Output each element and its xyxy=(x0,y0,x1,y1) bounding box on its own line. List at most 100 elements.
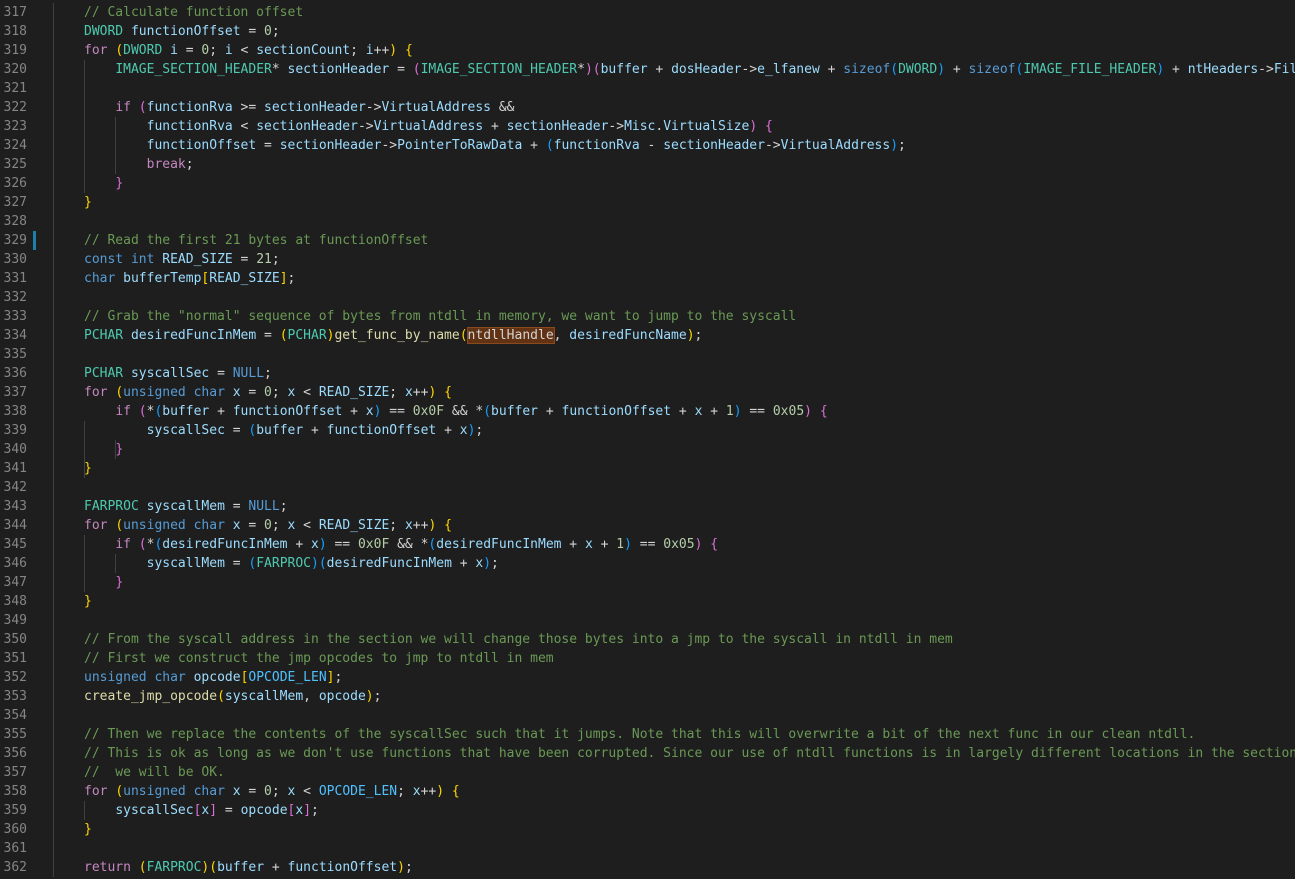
line-code[interactable]: return (FARPROC)(buffer + functionOffset… xyxy=(84,858,413,877)
code-token: -> xyxy=(381,138,398,153)
code-line[interactable]: 361 xyxy=(0,839,1295,858)
code-line[interactable]: 334 PCHAR desiredFuncInMem = (PCHAR)get_f… xyxy=(0,326,1295,345)
code-line[interactable]: 344 for (unsigned char x = 0; x < READ_SI… xyxy=(0,516,1295,535)
code-line[interactable]: 339 syscallSec = (buffer + functionOffse… xyxy=(0,421,1295,440)
code-line[interactable]: 342 xyxy=(0,478,1295,497)
line-code[interactable]: if (*(desiredFuncInMem + x) == 0x0F && *… xyxy=(84,535,718,554)
code-line[interactable]: 330 const int READ_SIZE = 21; xyxy=(0,250,1295,269)
code-line[interactable]: 321 xyxy=(0,79,1295,98)
code-line[interactable]: 319 for (DWORD i = 0; i < sectionCount; i… xyxy=(0,41,1295,60)
code-token: + xyxy=(561,537,585,552)
code-line[interactable]: 355 // Then we replace the contents of th… xyxy=(0,725,1295,744)
code-line[interactable]: 359 syscallSec[x] = opcode[x]; xyxy=(0,801,1295,820)
code-token: 0x05 xyxy=(772,404,805,419)
code-token: = xyxy=(240,784,265,799)
code-line[interactable]: 322 if (functionRva >= sectionHeader->Vi… xyxy=(0,98,1295,117)
line-code[interactable]: // Then we replace the contents of the s… xyxy=(84,725,1195,744)
code-line[interactable]: 356 // This is ok as long as we don't use… xyxy=(0,744,1295,763)
code-line[interactable]: 332 xyxy=(0,288,1295,307)
code-token: unsigned xyxy=(123,518,186,533)
line-code[interactable]: syscallSec = (buffer + functionOffset + … xyxy=(84,421,484,440)
line-code[interactable]: // First we construct the jmp opcodes to… xyxy=(84,649,554,668)
line-code[interactable]: } xyxy=(84,174,123,193)
code-token: ( xyxy=(115,385,124,400)
code-editor[interactable]: 317 // Calculate function offset 318 DWORD … xyxy=(0,0,1295,879)
code-line[interactable]: 336 PCHAR syscallSec = NULL; xyxy=(0,364,1295,383)
code-line[interactable]: 353 create_jmp_opcode(syscallMem, opcode)… xyxy=(0,687,1295,706)
line-code[interactable]: // Calculate function offset xyxy=(84,3,303,22)
code-line[interactable]: 362 return (FARPROC)(buffer + functionOff… xyxy=(0,858,1295,877)
code-line[interactable]: 327} xyxy=(0,193,1295,212)
code-line[interactable]: 360} xyxy=(0,820,1295,839)
code-token: + xyxy=(819,62,844,77)
line-code[interactable]: } xyxy=(84,820,92,839)
code-token: == xyxy=(631,537,664,552)
line-code[interactable]: PCHAR syscallSec = NULL; xyxy=(84,364,272,383)
code-line[interactable]: 352 unsigned char opcode[OPCODE_LEN]; xyxy=(0,668,1295,687)
code-line[interactable]: 357 // we will be OK. xyxy=(0,763,1295,782)
line-code[interactable]: functionRva < sectionHeader->VirtualAddr… xyxy=(84,117,773,136)
code-line[interactable]: 358 for (unsigned char x = 0; x < OPCODE_… xyxy=(0,782,1295,801)
code-line[interactable]: 340 } xyxy=(0,440,1295,459)
line-code[interactable]: IMAGE_SECTION_HEADER* sectionHeader = (I… xyxy=(84,60,1295,79)
code-token: ) xyxy=(436,784,445,799)
line-code[interactable]: // This is ok as long as we don't use fu… xyxy=(84,744,1295,763)
line-code[interactable]: for (unsigned char x = 0; x < READ_SIZE;… xyxy=(84,516,452,535)
code-line[interactable]: 318 DWORD functionOffset = 0; xyxy=(0,22,1295,41)
code-token: sizeof xyxy=(843,62,891,77)
line-code[interactable]: } xyxy=(84,440,123,459)
code-line[interactable]: 333 // Grab the "normal" sequence of byte… xyxy=(0,307,1295,326)
code-line[interactable]: 349 xyxy=(0,611,1295,630)
line-code[interactable]: if (*(buffer + functionOffset + x) == 0x… xyxy=(84,402,827,421)
code-line[interactable]: 337 for (unsigned char x = 0; x < READ_SI… xyxy=(0,383,1295,402)
line-code[interactable]: FARPROC syscallMem = NULL; xyxy=(84,497,288,516)
code-line[interactable]: 341} xyxy=(0,459,1295,478)
line-code[interactable]: // Read the first 21 bytes at functionOf… xyxy=(84,231,428,250)
code-line[interactable]: 329 // Read the first 21 bytes at functio… xyxy=(0,231,1295,250)
line-code[interactable]: break; xyxy=(84,155,194,174)
line-code[interactable]: unsigned char opcode[OPCODE_LEN]; xyxy=(84,668,342,687)
code-line[interactable]: 328 xyxy=(0,212,1295,231)
code-token: -> xyxy=(357,119,374,134)
code-line[interactable]: 326 } xyxy=(0,174,1295,193)
code-token: x xyxy=(404,385,413,400)
code-line[interactable]: 317 // Calculate function offset xyxy=(0,3,1295,22)
code-line[interactable]: 347 } xyxy=(0,573,1295,592)
line-code[interactable]: // From the syscall address in the secti… xyxy=(84,630,953,649)
code-line[interactable]: 335 xyxy=(0,345,1295,364)
line-code[interactable]: syscallMem = (FARPROC)(desiredFuncInMem … xyxy=(84,554,499,573)
code-token: syscallSec xyxy=(130,366,210,381)
code-line[interactable]: 346 syscallMem = (FARPROC)(desiredFuncIn… xyxy=(0,554,1295,573)
code-line[interactable]: 331 char bufferTemp[READ_SIZE]; xyxy=(0,269,1295,288)
line-code[interactable]: // Grab the "normal" sequence of bytes f… xyxy=(84,307,796,326)
code-token: functionOffset xyxy=(287,860,398,875)
code-line[interactable]: 325 break; xyxy=(0,155,1295,174)
code-token: OPCODE_LEN xyxy=(248,670,327,685)
line-code[interactable]: const int READ_SIZE = 21; xyxy=(84,250,280,269)
line-code[interactable]: char bufferTemp[READ_SIZE]; xyxy=(84,269,295,288)
line-code[interactable]: } xyxy=(84,592,92,611)
line-code[interactable]: if (functionRva >= sectionHeader->Virtua… xyxy=(84,98,514,117)
line-code[interactable]: functionOffset = sectionHeader->PointerT… xyxy=(84,136,906,155)
line-code[interactable]: for (unsigned char x = 0; x < READ_SIZE;… xyxy=(84,383,452,402)
code-line[interactable]: 350 // From the syscall address in the se… xyxy=(0,630,1295,649)
code-line[interactable]: 338 if (*(buffer + functionOffset + x) =… xyxy=(0,402,1295,421)
code-line[interactable]: 324 functionOffset = sectionHeader->Poin… xyxy=(0,136,1295,155)
line-code[interactable]: // we will be OK. xyxy=(84,763,225,782)
code-line[interactable]: 348} xyxy=(0,592,1295,611)
line-code[interactable]: for (DWORD i = 0; i < sectionCount; i++)… xyxy=(84,41,413,60)
code-line[interactable]: 354 xyxy=(0,706,1295,725)
line-code[interactable]: create_jmp_opcode(syscallMem, opcode); xyxy=(84,687,381,706)
line-code[interactable]: PCHAR desiredFuncInMem = (PCHAR)get_func… xyxy=(84,326,702,345)
code-line[interactable]: 345 if (*(desiredFuncInMem + x) == 0x0F … xyxy=(0,535,1295,554)
line-code[interactable]: } xyxy=(84,193,92,212)
code-line[interactable]: 320 IMAGE_SECTION_HEADER* sectionHeader … xyxy=(0,60,1295,79)
line-code[interactable]: DWORD functionOffset = 0; xyxy=(84,22,280,41)
code-line[interactable]: 343 FARPROC syscallMem = NULL; xyxy=(0,497,1295,516)
code-line[interactable]: 323 functionRva < sectionHeader->Virtual… xyxy=(0,117,1295,136)
line-code[interactable]: for (unsigned char x = 0; x < OPCODE_LEN… xyxy=(84,782,460,801)
line-code[interactable]: syscallSec[x] = opcode[x]; xyxy=(84,801,319,820)
line-code[interactable]: } xyxy=(84,459,92,478)
line-code[interactable]: } xyxy=(84,573,123,592)
code-line[interactable]: 351 // First we construct the jmp opcodes… xyxy=(0,649,1295,668)
